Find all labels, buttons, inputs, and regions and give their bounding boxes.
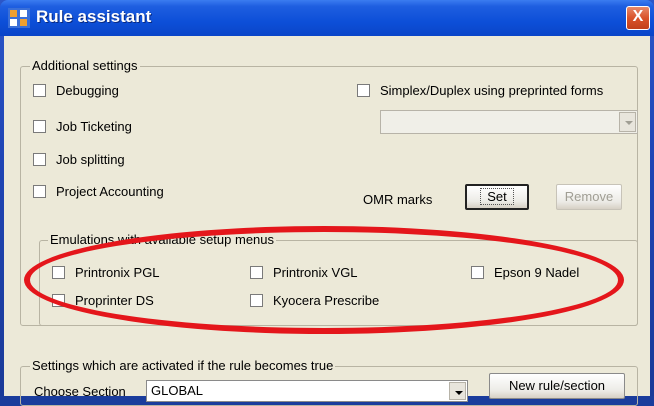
additional-settings-legend: Additional settings	[30, 58, 140, 73]
set-button-label: Set	[480, 188, 514, 205]
choose-section-select[interactable]: GLOBAL	[146, 380, 468, 402]
project-accounting-checkbox[interactable]: Project Accounting	[33, 184, 164, 199]
checkbox-box[interactable]	[357, 84, 370, 97]
close-icon: X	[632, 8, 644, 25]
job-ticketing-checkbox[interactable]: Job Ticketing	[33, 119, 132, 134]
job-ticketing-label: Job Ticketing	[56, 119, 132, 134]
highlight-oval	[24, 226, 624, 334]
app-icon	[8, 8, 30, 28]
job-splitting-checkbox[interactable]: Job splitting	[33, 152, 125, 167]
checkbox-box[interactable]	[33, 84, 46, 97]
title-bar[interactable]: Rule assistant X	[0, 0, 654, 36]
choose-section-label: Choose Section	[34, 384, 126, 399]
rule-settings-legend: Settings which are activated if the rule…	[30, 358, 336, 373]
chevron-down-icon	[449, 382, 466, 400]
close-button[interactable]: X	[626, 6, 650, 30]
checkbox-box[interactable]	[33, 185, 46, 198]
job-splitting-label: Job splitting	[56, 152, 125, 167]
set-button[interactable]: Set	[465, 184, 529, 210]
debugging-label: Debugging	[56, 83, 119, 98]
checkbox-box[interactable]	[33, 120, 46, 133]
preprinted-forms-select[interactable]	[380, 110, 638, 134]
rule-assistant-window: Rule assistant X Additional settings Deb…	[0, 0, 654, 406]
chevron-down-icon	[619, 112, 636, 132]
simplex-duplex-checkbox[interactable]: Simplex/Duplex using preprinted forms	[357, 83, 603, 98]
dialog-client-area: Additional settings Debugging Job Ticket…	[4, 36, 650, 406]
new-rule-section-button[interactable]: New rule/section	[489, 373, 625, 399]
remove-button[interactable]: Remove	[556, 184, 622, 210]
project-accounting-label: Project Accounting	[56, 184, 164, 199]
checkbox-box[interactable]	[33, 153, 46, 166]
simplex-duplex-label: Simplex/Duplex using preprinted forms	[380, 83, 604, 98]
new-rule-section-label: New rule/section	[508, 378, 606, 393]
remove-button-label: Remove	[564, 189, 614, 204]
debugging-checkbox[interactable]: Debugging	[33, 83, 119, 98]
window-title: Rule assistant	[36, 7, 152, 26]
omr-marks-label: OMR marks	[363, 192, 433, 207]
